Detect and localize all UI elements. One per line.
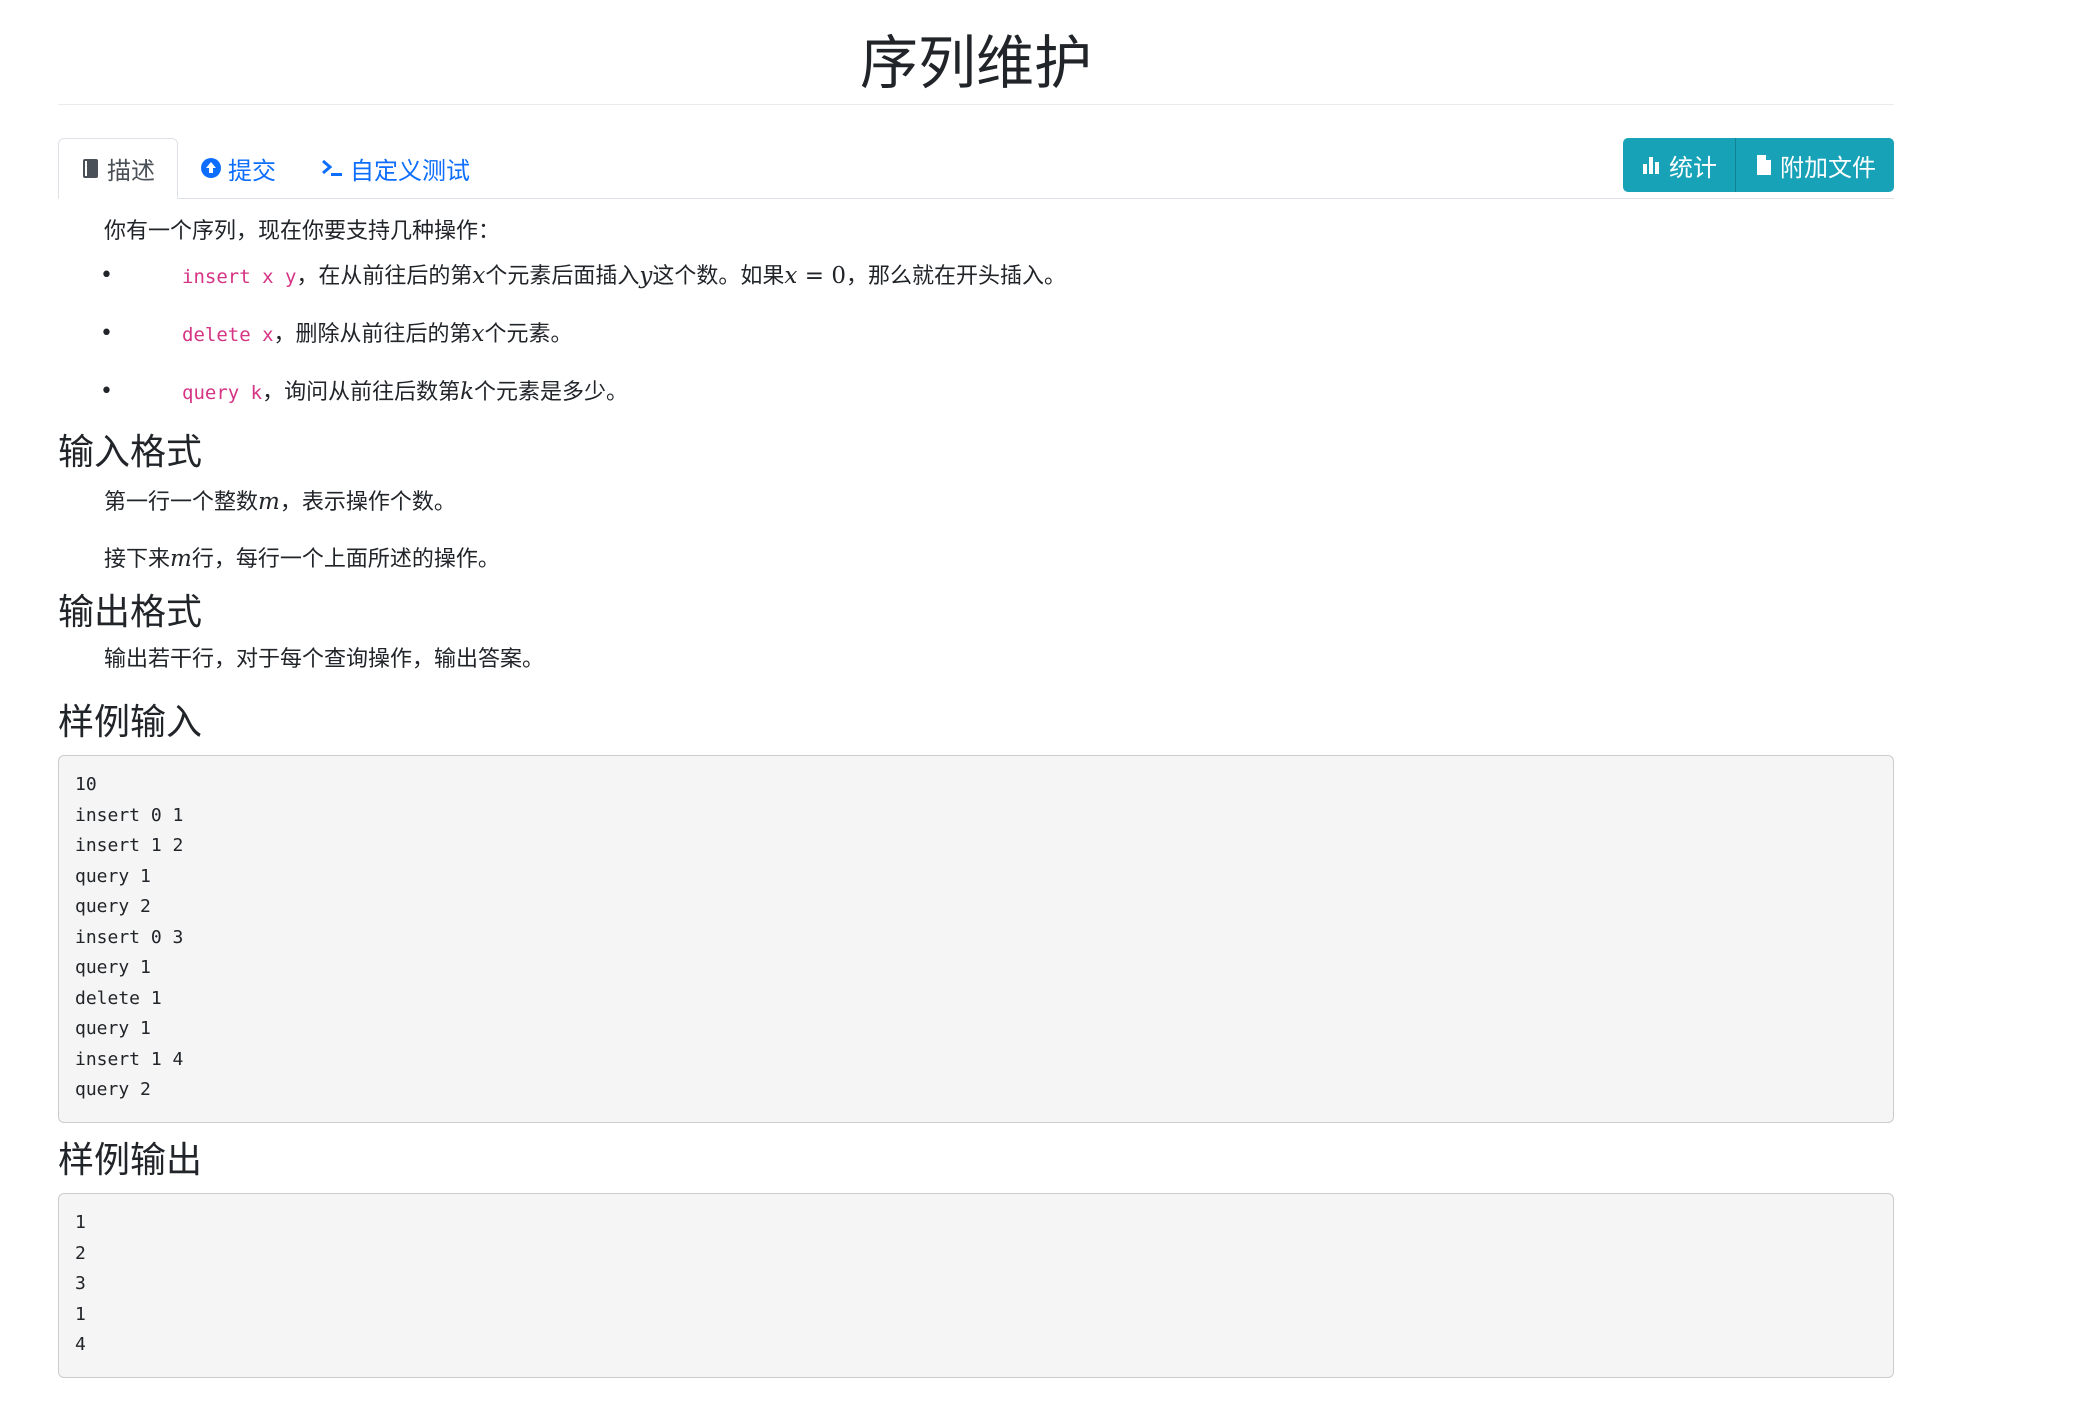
attachments-button-label: 附加文件 <box>1780 153 1876 182</box>
output-format-text: 输出若干行，对于每个查询操作，输出答案。 <box>104 647 545 672</box>
file-icon <box>1754 154 1774 176</box>
list-item: • insert x y，在从前往后的第x个元素后面插入y这个数。如果x = 0… <box>58 261 1894 305</box>
sample-input-heading: 样例输入 <box>58 702 203 743</box>
sample-output-block[interactable]: 1 2 3 1 4 <box>58 1193 1894 1378</box>
action-button-group: 统计 附加文件 <box>1623 138 1894 192</box>
math-var: x <box>472 263 486 289</box>
attachments-button[interactable]: 附加文件 <box>1735 138 1894 192</box>
tab-custom-test[interactable]: 自定义测试 <box>298 138 492 198</box>
math-num: 0 <box>831 263 846 289</box>
operation-list: • insert x y，在从前往后的第x个元素后面插入y这个数。如果x = 0… <box>58 261 1894 421</box>
tab-bar: 描述 提交 自定义测试 统计 附加文件 <box>58 138 1894 199</box>
input-format-heading: 输入格式 <box>58 432 203 473</box>
output-format-heading: 输出格式 <box>58 592 203 633</box>
math-var: y <box>639 263 653 289</box>
input-format-line2: 接下来m行，每行一个上面所述的操作。 <box>104 546 500 572</box>
op-text: 个元素是多少。 <box>474 380 629 405</box>
tab-label: 描述 <box>107 157 155 185</box>
op-code: query k <box>182 382 263 404</box>
op-text: 这个数。如果 <box>652 264 785 289</box>
op-code: delete x <box>182 324 274 346</box>
list-item: • query k，询问从前往后数第k个元素是多少。 <box>58 377 1894 421</box>
tab-label: 自定义测试 <box>350 156 470 185</box>
op-text: 个元素。 <box>484 322 573 347</box>
tab-label: 提交 <box>228 156 276 185</box>
math-op: = <box>797 263 832 289</box>
bar-chart-icon <box>1641 154 1663 176</box>
terminal-icon <box>320 157 344 179</box>
op-text: ，那么就在开头插入。 <box>845 264 1066 289</box>
input-format-line1: 第一行一个整数m，表示操作个数。 <box>104 489 456 515</box>
op-text: ，询问从前往后数第 <box>262 380 461 405</box>
math-var: x <box>471 321 485 347</box>
stats-button[interactable]: 统计 <box>1623 138 1735 192</box>
sample-input-block[interactable]: 10 insert 0 1 insert 1 2 query 1 query 2… <box>58 755 1894 1123</box>
sample-output-heading: 样例输出 <box>58 1140 203 1181</box>
op-code: insert x y <box>182 266 297 288</box>
tab-description[interactable]: 描述 <box>58 138 178 199</box>
op-text: ，删除从前往后的第 <box>273 322 472 347</box>
op-text: ，在从前往后的第 <box>296 264 473 289</box>
arrow-circle-up-icon <box>200 157 222 179</box>
bullet: • <box>100 379 113 404</box>
math-var: k <box>460 379 475 405</box>
stats-button-label: 统计 <box>1669 153 1717 182</box>
bullet: • <box>100 263 113 288</box>
bullet: • <box>100 321 113 346</box>
math-var: x <box>784 263 798 289</box>
op-text: 个元素后面插入 <box>485 264 640 289</box>
tab-submit[interactable]: 提交 <box>178 138 298 198</box>
page-title: 序列维护 <box>58 0 1894 105</box>
intro-text: 你有一个序列，现在你要支持几种操作： <box>104 219 501 244</box>
list-item: • delete x，删除从前往后的第x个元素。 <box>58 319 1894 363</box>
book-icon <box>81 158 101 180</box>
problem-page: 序列维护 描述 提交 自定义测试 统计 附加文件 你有一个序列，现在你要支持几种… <box>58 0 1894 1378</box>
